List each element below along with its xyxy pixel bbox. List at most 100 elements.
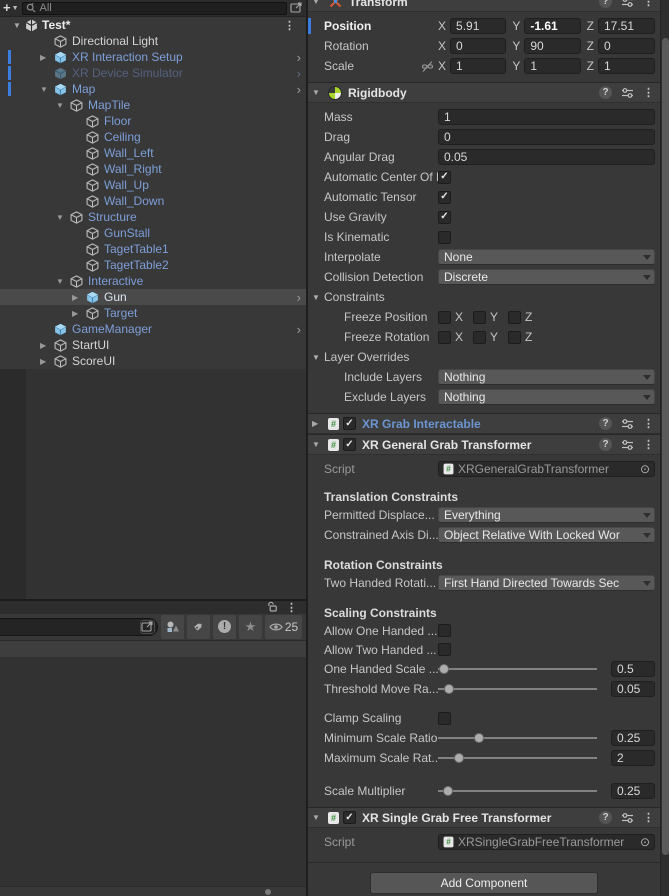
prefab-chevron-icon[interactable]: › [297, 323, 301, 336]
tree-item[interactable]: ▶ Gun › [0, 289, 306, 305]
foldout-closed-icon[interactable]: ▶ [40, 341, 54, 350]
slider[interactable] [438, 750, 597, 766]
tree-item[interactable]: ▼ Map › [0, 81, 306, 97]
slider-knob[interactable] [444, 684, 455, 694]
tree-item[interactable]: Ceiling [0, 129, 306, 145]
object-reference-field[interactable]: # XRSingleGrabFreeTransformer ⊙ [438, 834, 655, 850]
foldout-open-icon[interactable]: ▼ [56, 277, 70, 286]
dropdown[interactable]: None [438, 249, 655, 265]
help-icon[interactable]: ? [599, 417, 612, 430]
foldout-open-icon[interactable]: ▼ [312, 88, 324, 97]
search-by-label-button[interactable] [187, 614, 210, 639]
prefab-chevron-icon[interactable]: › [297, 291, 301, 304]
component-header-xr-grab-interactable[interactable]: ▶ # ✓ XR Grab Interactable? ⋮ [308, 413, 660, 434]
add-component-button[interactable]: Add Component [370, 872, 598, 894]
number-input[interactable]: 1 [524, 58, 581, 74]
toggle-checkbox[interactable] [438, 230, 451, 244]
component-header-xr-single-grab-free-transformer[interactable]: ▼ # ✓ XR Single Grab Free Transformer? ⋮ [308, 807, 660, 828]
foldout-closed-icon[interactable]: ▶ [312, 419, 324, 428]
scrollbar-thumb[interactable] [662, 38, 669, 855]
tree-item[interactable]: ▶ ScoreUI [0, 353, 306, 369]
hierarchy-search-input[interactable]: All [21, 1, 287, 15]
axis-checkbox[interactable] [473, 310, 487, 324]
import-log-button[interactable]: ! [213, 614, 236, 639]
number-input[interactable]: 1 [450, 58, 507, 74]
foldout-open-icon[interactable]: ▼ [312, 440, 324, 449]
toggle-checkbox[interactable] [438, 643, 451, 656]
dropdown[interactable]: Object Relative With Locked Wor [438, 527, 655, 543]
kebab-menu-icon[interactable]: ⋮ [643, 438, 654, 451]
toggle-checkbox[interactable]: ✓ [438, 190, 451, 204]
tree-item[interactable]: Wall_Right [0, 161, 306, 177]
axis-checkbox[interactable] [508, 310, 522, 324]
axis-checkbox[interactable] [508, 330, 522, 344]
foldout-open-icon[interactable]: ▼ [56, 101, 70, 110]
component-enabled-checkbox[interactable]: ✓ [343, 438, 356, 451]
toggle-checkbox[interactable] [438, 624, 451, 637]
help-icon[interactable]: ? [599, 438, 612, 451]
component-header-rigidbody[interactable]: ▼ Rigidbody? ⋮ [308, 82, 660, 103]
foldout-open-icon[interactable]: ▼ [13, 21, 25, 30]
number-input[interactable]: 0 [450, 38, 507, 54]
axis-checkbox[interactable] [438, 310, 451, 324]
slider[interactable] [438, 783, 597, 799]
foldout-closed-icon[interactable]: ▶ [40, 357, 54, 366]
number-input[interactable]: 0 [598, 38, 655, 54]
tree-item[interactable]: GameManager › [0, 321, 306, 337]
kebab-menu-icon[interactable]: ⋮ [643, 0, 654, 8]
tree-item[interactable]: ▼ Interactive [0, 273, 306, 289]
axis-checkbox[interactable] [473, 330, 487, 344]
kebab-menu-icon[interactable]: ⋮ [643, 811, 654, 824]
help-icon[interactable]: ? [599, 0, 612, 8]
slider-knob[interactable] [474, 733, 485, 743]
search-by-type-button[interactable] [161, 614, 184, 639]
presets-icon[interactable] [621, 418, 634, 430]
hidden-packages-button[interactable]: 25 [265, 614, 302, 639]
foldout-open-icon[interactable]: ▼ [312, 293, 324, 302]
number-input[interactable]: 90 [524, 38, 581, 54]
link-broken-icon[interactable] [421, 60, 434, 73]
object-picker-icon[interactable]: ⊙ [640, 835, 650, 849]
slider-value-input[interactable]: 0.25 [611, 783, 655, 799]
number-input[interactable]: -1.61 [524, 18, 581, 34]
object-picker-icon[interactable]: ⊙ [640, 462, 650, 476]
foldout-open-icon[interactable]: ▼ [312, 353, 324, 362]
dropdown[interactable]: Nothing [438, 369, 655, 385]
prefab-chevron-icon[interactable]: › [297, 67, 301, 80]
axis-checkbox[interactable] [438, 330, 451, 344]
tree-item[interactable]: ▶ Target [0, 305, 306, 321]
hierarchy-empty-area[interactable] [0, 369, 306, 599]
kebab-menu-icon[interactable]: ⋮ [643, 86, 654, 99]
component-header-xr-general-grab-transformer[interactable]: ▼ # ✓ XR General Grab Transformer? ⋮ [308, 434, 660, 455]
tree-item[interactable]: Floor [0, 113, 306, 129]
tree-item[interactable]: ▼ MapTile [0, 97, 306, 113]
tree-item[interactable]: GunStall [0, 225, 306, 241]
slider-value-input[interactable]: 0.25 [611, 730, 655, 746]
open-new-window-icon[interactable] [140, 619, 155, 634]
tree-item[interactable]: TagetTable1 [0, 241, 306, 257]
toggle-checkbox[interactable] [438, 711, 451, 725]
component-enabled-checkbox[interactable]: ✓ [343, 417, 356, 430]
text-input[interactable]: 1 [438, 109, 655, 125]
object-reference-field[interactable]: # XRGeneralGrabTransformer ⊙ [438, 461, 655, 477]
tree-item[interactable]: Directional Light [0, 33, 306, 49]
slider-value-input[interactable]: 0.05 [611, 681, 655, 697]
foldout-open-icon[interactable]: ▼ [312, 813, 324, 822]
favorites-button[interactable]: ★ [239, 614, 262, 639]
number-input[interactable]: 17.51 [598, 18, 655, 34]
tree-item[interactable]: ▶ StartUI [0, 337, 306, 353]
foldout-row[interactable]: ▼ Layer Overrides [308, 347, 660, 367]
component-header-transform[interactable]: ▼ Transform? ⋮ [308, 0, 660, 12]
prefab-chevron-icon[interactable]: › [297, 51, 301, 64]
slider-knob[interactable] [453, 753, 464, 763]
project-search-input[interactable] [0, 617, 158, 636]
foldout-row[interactable]: ▼ Constraints [308, 287, 660, 307]
dropdown[interactable]: Everything [438, 507, 655, 523]
slider-knob[interactable] [439, 664, 450, 674]
lock-icon[interactable] [267, 601, 278, 613]
presets-icon[interactable] [621, 0, 634, 8]
foldout-closed-icon[interactable]: ▶ [72, 293, 86, 302]
foldout-closed-icon[interactable]: ▶ [40, 53, 54, 62]
prefab-chevron-icon[interactable]: › [297, 83, 301, 96]
toggle-checkbox[interactable]: ✓ [438, 170, 451, 184]
